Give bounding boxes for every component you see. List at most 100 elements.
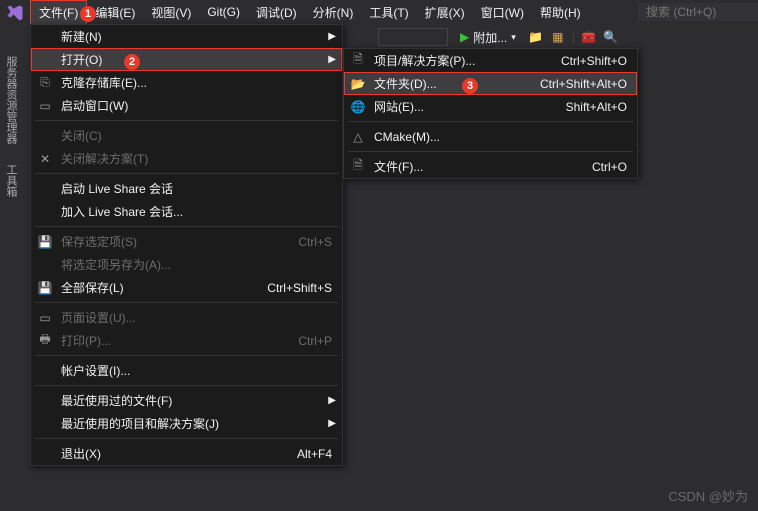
project-icon: 🗎 [350, 53, 366, 69]
menu-tools[interactable]: 工具(T) [361, 1, 416, 24]
file-menu-item-9[interactable]: 加入 Live Share 会话... [31, 200, 342, 223]
menu-item-label: 新建(N) [61, 28, 332, 45]
file-menu-item-20[interactable]: 最近使用过的文件(F)▶ [31, 389, 342, 412]
file-menu-item-0[interactable]: 新建(N)▶ [31, 25, 342, 48]
separator [35, 173, 338, 174]
menu-item-label: 将选定项另存为(A)... [61, 256, 332, 273]
menu-item-label: 全部保存(L) [61, 279, 255, 296]
separator [35, 385, 338, 386]
menu-analyze[interactable]: 分析(N) [305, 1, 362, 24]
search-input[interactable] [638, 3, 758, 21]
file-menu-item-15: ▭页面设置(U)... [31, 306, 342, 329]
clone-icon: ⎘ [37, 75, 53, 91]
run-attach-button[interactable]: ▶附加...▾ [454, 27, 522, 48]
separator [35, 355, 338, 356]
menu-item-label: 克隆存储库(E)... [61, 74, 332, 91]
menu-git[interactable]: Git(G) [199, 2, 248, 22]
file-menu-item-3[interactable]: ▭ 启动窗口(W) [31, 94, 342, 117]
file-menu-item-1[interactable]: 打开(O)▶ [31, 48, 342, 71]
open-submenu-item-0[interactable]: 🗎 项目/解决方案(P)... Ctrl+Shift+O [344, 49, 637, 72]
menu-item-label: 帐户设置(I)... [61, 362, 332, 379]
toolbar-combo[interactable] [378, 28, 448, 46]
vs-logo-icon [6, 4, 24, 22]
menu-item-label: 加入 Live Share 会话... [61, 203, 332, 220]
menu-extensions[interactable]: 扩展(X) [417, 1, 473, 24]
menu-file[interactable]: 文件(F) [30, 0, 87, 25]
separator [35, 120, 338, 121]
menu-shortcut: Ctrl+O [592, 160, 627, 174]
toolbar-browser-icon[interactable]: ▦ [550, 29, 566, 45]
toolbar-find-icon[interactable]: 🔍 [603, 29, 619, 45]
menu-shortcut: Ctrl+Shift+S [267, 281, 332, 295]
open-submenu-item-4[interactable]: △ CMake(M)... [344, 125, 637, 148]
file-menu-item-16: 🖶打印(P)...Ctrl+P [31, 329, 342, 352]
menu-item-label: 网站(E)... [374, 98, 554, 115]
menu-view[interactable]: 视图(V) [143, 1, 199, 24]
menu-item-label: 文件(F)... [374, 158, 580, 175]
open-submenu-item-2[interactable]: 🌐 网站(E)... Shift+Alt+O [344, 95, 637, 118]
file-menu-item-8[interactable]: 启动 Live Share 会话 [31, 177, 342, 200]
menu-help[interactable]: 帮助(H) [532, 1, 589, 24]
website-icon: 🌐 [350, 99, 366, 115]
menu-item-label: 最近使用过的文件(F) [61, 392, 332, 409]
menu-item-label: 文件夹(D)... [374, 75, 528, 92]
menu-item-label: 打开(O) [61, 51, 332, 68]
file-menu: 新建(N)▶打开(O)▶⎘克隆存储库(E)...▭启动窗口(W)关闭(C)✕关闭… [30, 24, 343, 466]
menu-item-label: 项目/解决方案(P)... [374, 52, 549, 69]
file-menu-item-2[interactable]: ⎘ 克隆存储库(E)... [31, 71, 342, 94]
save-icon: 💾 [37, 234, 53, 250]
tab-toolbox[interactable]: 工具箱 [3, 158, 19, 203]
separator [348, 121, 633, 122]
open-submenu-item-1[interactable]: 📂 文件夹(D)... Ctrl+Shift+Alt+O [344, 72, 637, 95]
open-submenu: 🗎 项目/解决方案(P)... Ctrl+Shift+O 📂 文件夹(D)... Ctrl… [343, 48, 638, 179]
menu-shortcut: Ctrl+Shift+Alt+O [540, 77, 627, 91]
menu-item-label: 最近使用的项目和解决方案(J) [61, 415, 332, 432]
separator [348, 151, 633, 152]
file-menu-item-13[interactable]: 💾 全部保存(L) Ctrl+Shift+S [31, 276, 342, 299]
menu-shortcut: Alt+F4 [297, 447, 332, 461]
menu-shortcut: Ctrl+S [298, 235, 332, 249]
menu-item-label: 退出(X) [61, 445, 285, 462]
menu-window[interactable]: 窗口(W) [473, 1, 532, 24]
menu-item-label: 关闭(C) [61, 127, 332, 144]
toolbar-tool-icon[interactable]: 🧰 [581, 29, 597, 45]
cmake-icon: △ [350, 129, 366, 145]
file-icon: 🗎 [350, 159, 366, 175]
submenu-arrow-icon: ▶ [328, 395, 336, 406]
submenu-arrow-icon: ▶ [328, 418, 336, 429]
menu-item-label: 启动 Live Share 会话 [61, 180, 332, 197]
play-icon: ▶ [460, 30, 469, 44]
menu-item-label: 保存选定项(S) [61, 233, 286, 250]
page-icon: ▭ [37, 310, 53, 326]
menu-shortcut: Ctrl+Shift+O [561, 54, 627, 68]
left-tabs: 服务器资源管理器 工具箱 [0, 50, 22, 203]
menu-item-label: 关闭解决方案(T) [61, 150, 332, 167]
annotation-badge-1: 1 [80, 6, 96, 22]
start-icon: ▭ [37, 98, 53, 114]
watermark: CSDN @妙为 [668, 486, 748, 505]
separator [35, 438, 338, 439]
file-menu-item-6: ✕ 关闭解决方案(T) [31, 147, 342, 170]
file-menu-item-21[interactable]: 最近使用的项目和解决方案(J)▶ [31, 412, 342, 435]
menu-item-label: 打印(P)... [61, 332, 286, 349]
run-label: 附加... [473, 29, 507, 46]
close-sln-icon: ✕ [37, 151, 53, 167]
tab-server-explorer[interactable]: 服务器资源管理器 [3, 50, 19, 150]
file-menu-item-12: 将选定项另存为(A)... [31, 253, 342, 276]
save-all-icon: 💾 [37, 280, 53, 296]
open-submenu-item-6[interactable]: 🗎 文件(F)... Ctrl+O [344, 155, 637, 178]
annotation-badge-3: 3 [462, 78, 478, 94]
toolbar: ▶附加...▾ 📁 ▦ | 🧰 🔍 [370, 24, 758, 50]
toolbar-folder-icon[interactable]: 📁 [528, 29, 544, 45]
menu-item-label: 启动窗口(W) [61, 97, 332, 114]
file-menu-item-23[interactable]: 退出(X) Alt+F4 [31, 442, 342, 465]
menubar: 文件(F) 编辑(E) 视图(V) Git(G) 调试(D) 分析(N) 工具(… [0, 0, 758, 24]
menu-debug[interactable]: 调试(D) [248, 1, 305, 24]
menu-shortcut: Ctrl+P [298, 334, 332, 348]
folder-icon: 📂 [350, 76, 366, 92]
menu-item-label: CMake(M)... [374, 130, 627, 144]
menu-shortcut: Shift+Alt+O [566, 100, 627, 114]
submenu-arrow-icon: ▶ [328, 54, 336, 65]
file-menu-item-18[interactable]: 帐户设置(I)... [31, 359, 342, 382]
separator [35, 226, 338, 227]
